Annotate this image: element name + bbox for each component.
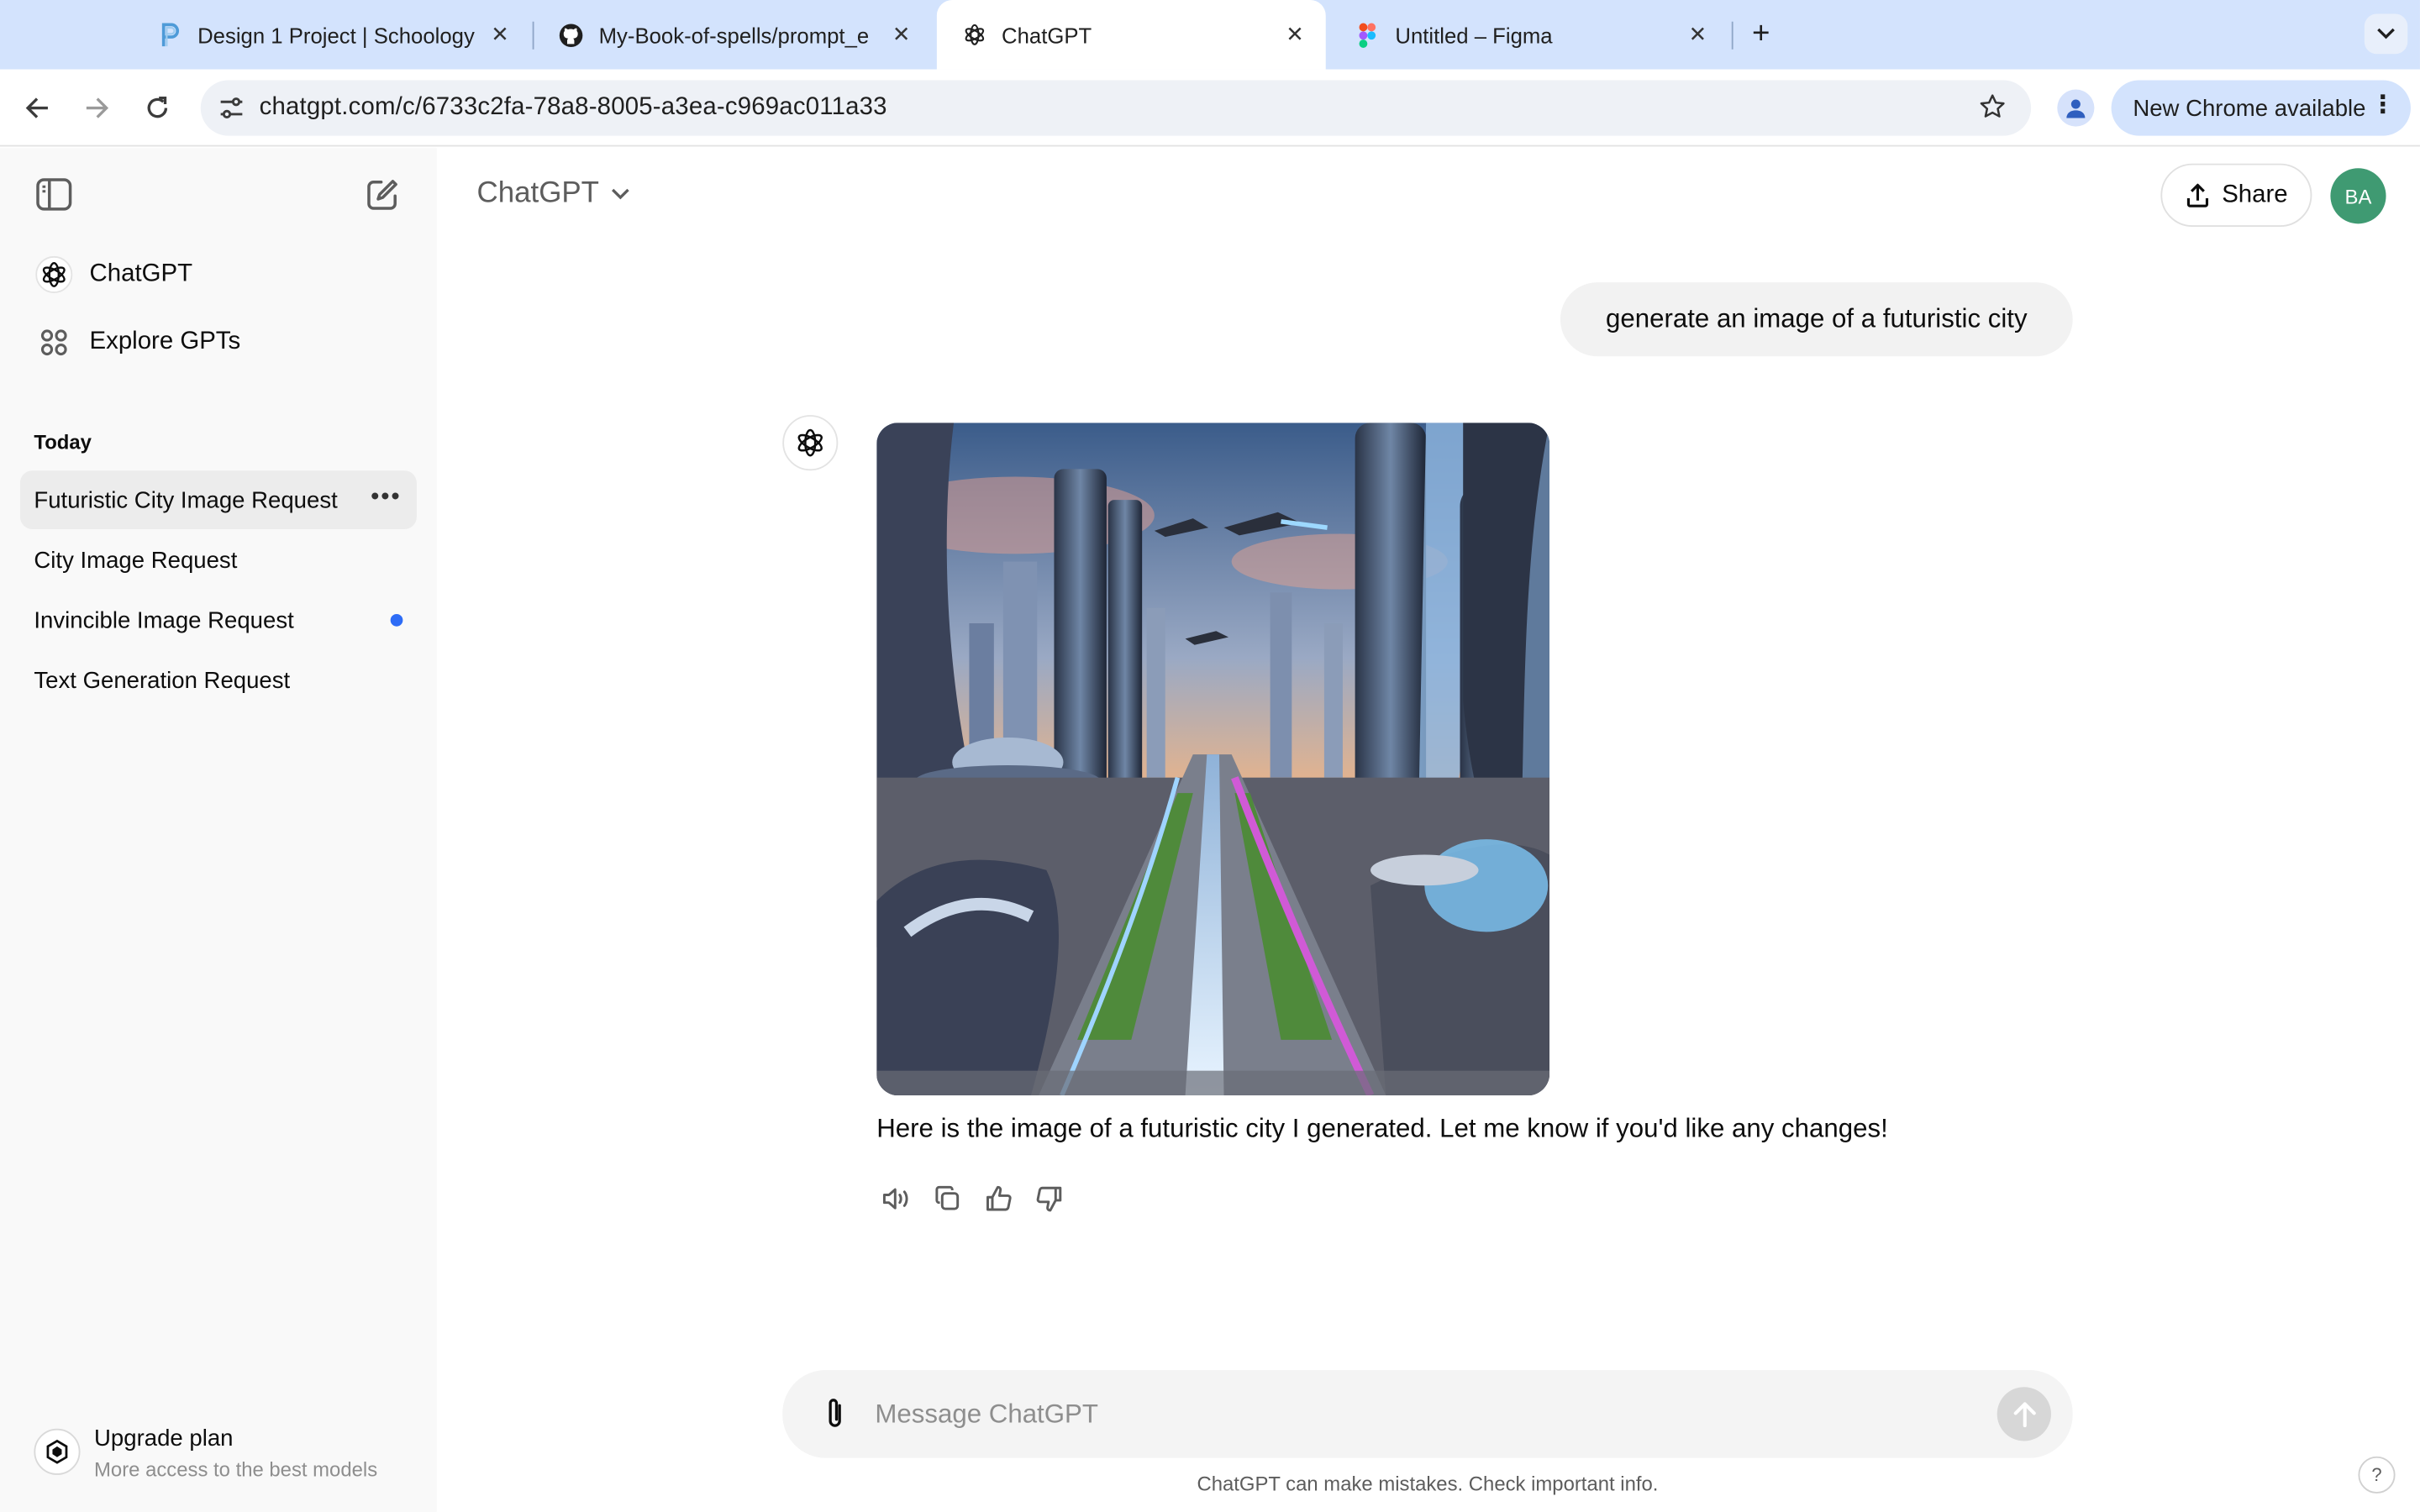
sidebar-item-explore-gpts[interactable]: Explore GPTs [22, 312, 417, 373]
tab-label: Design 1 Project | Schoology [197, 22, 475, 48]
bookmark-star-icon[interactable] [1979, 92, 2007, 128]
user-avatar[interactable]: BA [2330, 168, 2386, 224]
sidebar-item-label: Explore GPTs [89, 328, 241, 355]
copy-icon [935, 1185, 960, 1210]
copy-button[interactable] [928, 1182, 968, 1215]
assistant-message: Here is the image of a futuristic city I… [876, 1114, 1888, 1143]
tab-search-button[interactable] [2364, 13, 2408, 55]
send-button[interactable] [1996, 1387, 2051, 1441]
site-settings-icon[interactable] [203, 96, 259, 120]
schoology-icon [157, 22, 182, 47]
thumbs-down-icon [1036, 1186, 1062, 1212]
openai-icon [961, 23, 986, 47]
upgrade-plan-button[interactable]: Upgrade plan More access to the best mod… [34, 1422, 419, 1490]
close-tab-icon[interactable]: ✕ [487, 22, 512, 47]
paperclip-icon [829, 1399, 841, 1427]
message-actions [876, 1182, 1080, 1215]
model-label: ChatGPT [476, 177, 600, 210]
close-tab-icon[interactable]: ✕ [889, 22, 913, 47]
sidebar-item-label: ChatGPT [89, 260, 193, 287]
chat-title: Invincible Image Request [34, 606, 294, 633]
unread-dot [390, 614, 403, 627]
upgrade-title: Upgrade plan [94, 1425, 234, 1452]
figma-icon [1355, 22, 1380, 48]
arrow-left-icon [25, 97, 48, 118]
upgrade-subtitle: More access to the best models [94, 1457, 378, 1482]
main-chat-area: ChatGPT Share BA generate an image of a … [436, 148, 2420, 1512]
attach-button[interactable] [817, 1394, 854, 1431]
chat-history-item[interactable]: City Image Request [20, 531, 417, 590]
section-label-today: Today [34, 430, 92, 454]
reload-icon [147, 96, 168, 118]
arrow-up-icon [2012, 1401, 2035, 1427]
arrow-right-icon [86, 97, 109, 118]
thumbs-up-icon [986, 1185, 1012, 1211]
message-input[interactable] [875, 1389, 1956, 1441]
grid-icon [34, 323, 74, 363]
chat-title: Futuristic City Image Request [34, 486, 338, 513]
reload-button[interactable] [137, 88, 177, 129]
thumbs-up-button[interactable] [978, 1182, 1018, 1215]
chat-title: Text Generation Request [34, 667, 291, 694]
tab-label: Untitled – Figma [1395, 22, 1553, 48]
openai-icon [34, 255, 74, 295]
openai-icon [782, 415, 839, 471]
share-icon [2185, 182, 2209, 207]
sidebar-item-chatgpt[interactable]: ChatGPT [22, 244, 417, 305]
read-aloud-button[interactable] [876, 1182, 917, 1215]
upgrade-icon [34, 1428, 81, 1475]
tab-chatgpt[interactable]: ChatGPT ✕ [936, 0, 1326, 70]
tab-schoology[interactable]: Design 1 Project | Schoology ✕ [133, 0, 531, 70]
profile-icon[interactable] [2057, 89, 2095, 127]
chrome-update-button[interactable]: New Chrome available ⋮ [2111, 80, 2411, 136]
more-options-icon[interactable]: ••• [371, 485, 401, 512]
toggle-sidebar-button[interactable] [33, 173, 76, 216]
url-text: chatgpt.com/c/6733c2fa-78a8-8005-a3ea-c9… [259, 94, 887, 121]
update-label: New Chrome available [2133, 94, 2366, 122]
tab-figma[interactable]: Untitled – Figma ✕ [1330, 0, 1728, 70]
speaker-icon [882, 1188, 908, 1210]
back-button[interactable] [17, 88, 57, 129]
close-tab-icon[interactable]: ✕ [1282, 22, 1307, 47]
chat-history-item[interactable]: Invincible Image Request [20, 591, 417, 649]
tab-label: My-Book-of-spells/prompt_e [598, 22, 870, 48]
new-chat-button[interactable] [361, 173, 404, 216]
tab-github[interactable]: My-Book-of-spells/prompt_e ✕ [534, 0, 932, 70]
new-tab-button[interactable]: + [1744, 16, 1777, 50]
browser-tab-strip: Design 1 Project | Schoology ✕ My-Book-o… [0, 0, 2420, 70]
browser-toolbar: chatgpt.com/c/6733c2fa-78a8-8005-a3ea-c9… [0, 69, 2420, 147]
close-tab-icon[interactable]: ✕ [1686, 22, 1710, 47]
forward-button[interactable] [77, 88, 118, 129]
disclaimer-text: ChatGPT can make mistakes. Check importa… [1197, 1472, 1659, 1495]
chat-history-item[interactable]: Futuristic City Image Request ••• [19, 470, 417, 529]
generated-image[interactable] [876, 423, 1550, 1096]
chat-title: City Image Request [34, 547, 238, 574]
message-composer [782, 1369, 2073, 1458]
share-label: Share [2222, 181, 2288, 208]
sidebar: ChatGPT Explore GPTs Today Futuristic Ci… [0, 148, 437, 1512]
address-bar[interactable]: chatgpt.com/c/6733c2fa-78a8-8005-a3ea-c9… [200, 80, 2032, 136]
github-icon [559, 23, 583, 47]
thumbs-down-button[interactable] [1029, 1182, 1070, 1215]
sidebar-icon [36, 178, 72, 211]
chevron-down-icon [612, 184, 630, 206]
kebab-menu-icon: ⋮ [2370, 92, 2396, 119]
model-selector[interactable]: ChatGPT [477, 177, 630, 211]
futuristic-city-image [876, 423, 1550, 1096]
edit-icon [367, 180, 397, 210]
chevron-down-icon [2377, 28, 2395, 39]
tab-separator [1731, 21, 1733, 50]
tab-label: ChatGPT [1002, 22, 1092, 48]
user-message: generate an image of a futuristic city [1560, 282, 2073, 357]
chat-history-item[interactable]: Text Generation Request [20, 651, 417, 710]
help-button[interactable]: ? [2358, 1456, 2396, 1494]
share-button[interactable]: Share [2160, 163, 2312, 227]
